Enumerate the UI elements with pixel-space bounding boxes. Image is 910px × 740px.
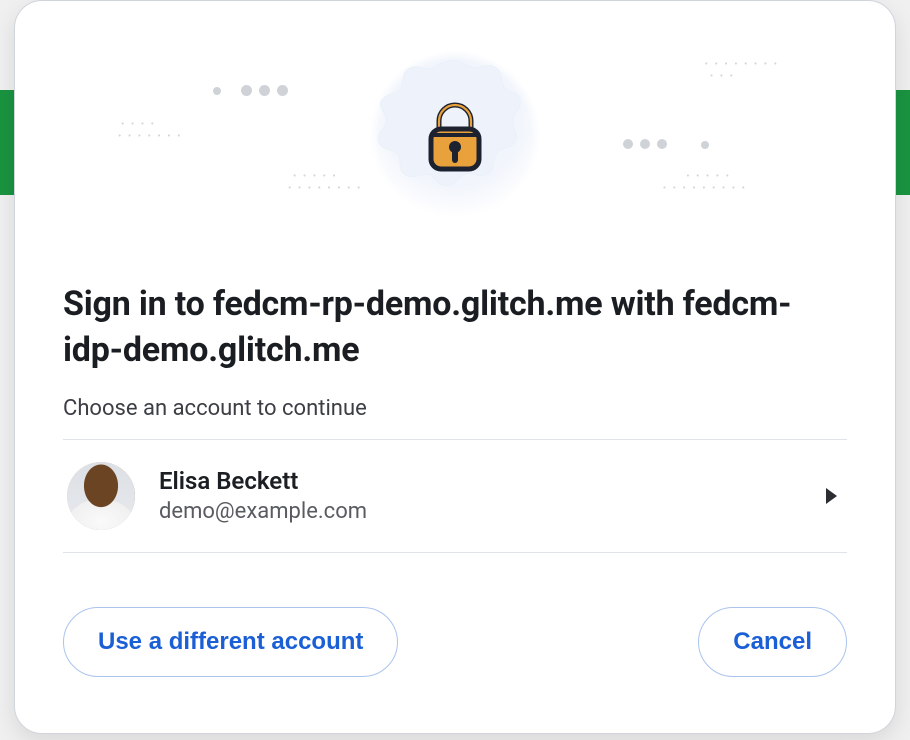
account-email: demo@example.com [159,499,802,524]
signin-dialog: • • • • • • • • • • • • • • • • • • • • … [14,0,896,734]
avatar [67,462,135,530]
decor-dots [213,87,221,95]
decor-dashes: • • • [710,71,735,82]
account-info: Elisa Beckett demo@example.com [159,467,802,524]
decor-dots [623,139,667,149]
hero-illustration: • • • • • • • • • • • • • • • • • • • • … [63,19,847,254]
lock-icon [425,101,485,173]
decor-dashes: • • • • • • • [118,131,183,142]
account-name: Elisa Beckett [159,467,802,495]
dialog-title: Sign in to fedcm-rp-demo.glitch.me with … [63,282,847,374]
decor-dots [701,141,709,149]
decor-dashes: • • • • • • • • • [663,183,747,194]
decor-dashes: • • • • • • • • [705,59,779,70]
cancel-button[interactable]: Cancel [698,607,847,677]
decor-dots [241,85,288,96]
use-different-account-button[interactable]: Use a different account [63,607,398,677]
dialog-subtitle: Choose an account to continue [63,396,847,421]
dialog-actions: Use a different account Cancel [63,607,847,677]
decor-dashes: • • • • • [293,171,338,182]
decor-dashes: • • • • • [686,171,731,182]
decor-dashes: • • • • [121,119,156,130]
chevron-right-icon [826,488,837,504]
lock-badge [365,47,545,227]
decor-dashes: • • • • • • • • [288,183,362,194]
account-row[interactable]: Elisa Beckett demo@example.com [63,440,847,552]
divider [63,552,847,553]
